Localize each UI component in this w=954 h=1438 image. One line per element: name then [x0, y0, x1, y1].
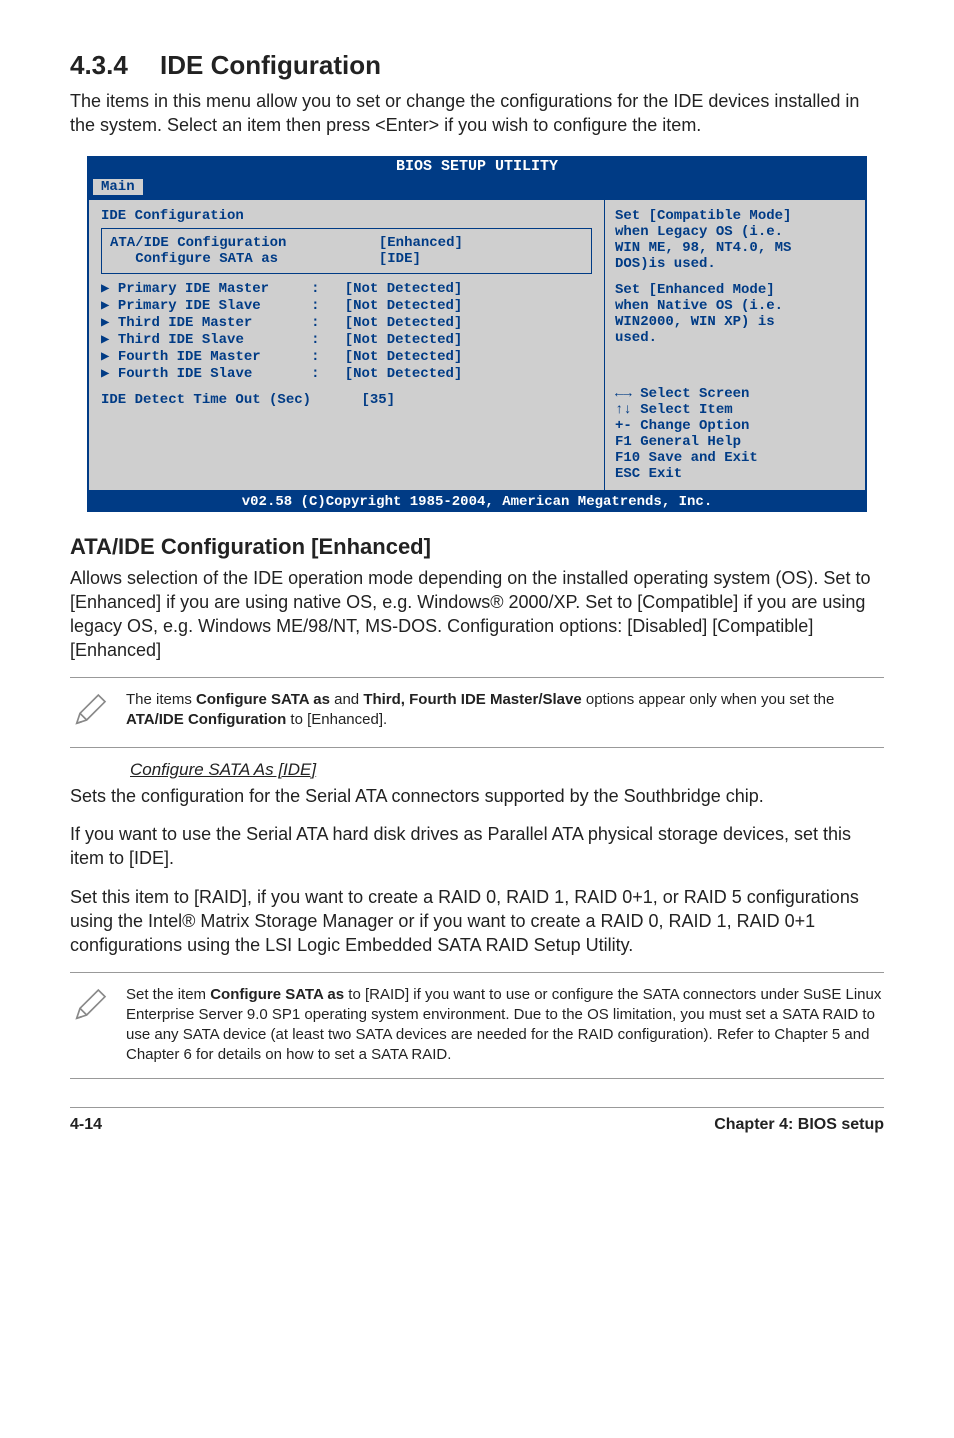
help-line: when Native OS (i.e. — [615, 298, 855, 314]
help-line: DOS)is used. — [615, 256, 855, 272]
section-number: 4.3.4 — [70, 50, 160, 81]
device-row[interactable]: ▶ Primary IDE Master : [Not Detected] — [101, 280, 592, 297]
intro-paragraph: The items in this menu allow you to set … — [70, 89, 884, 138]
device-row[interactable]: ▶ Fourth IDE Slave : [Not Detected] — [101, 365, 592, 382]
help-line: WIN2000, WIN XP) is — [615, 314, 855, 330]
bios-screenshot: BIOS SETUP UTILITY Main IDE Configuratio… — [87, 156, 867, 512]
device-row[interactable]: ▶ Third IDE Slave : [Not Detected] — [101, 331, 592, 348]
bios-settings-box: ATA/IDE Configuration [Enhanced] Configu… — [101, 228, 592, 274]
help-line: WIN ME, 98, NT4.0, MS — [615, 240, 855, 256]
configure-sata-row[interactable]: Configure SATA as [IDE] — [110, 251, 583, 267]
paragraph-ide: If you want to use the Serial ATA hard d… — [70, 822, 884, 871]
paragraph-southbridge: Sets the configuration for the Serial AT… — [70, 784, 884, 808]
section-heading: 4.3.4IDE Configuration — [70, 50, 884, 81]
section-title: IDE Configuration — [160, 50, 381, 80]
configure-sata-heading: Configure SATA As [IDE] — [130, 760, 316, 780]
note-text-2: Set the item Configure SATA as to [RAID]… — [126, 985, 884, 1066]
page-footer: 4-14 Chapter 4: BIOS setup — [70, 1107, 884, 1134]
help-line: used. — [615, 330, 855, 346]
chapter-label: Chapter 4: BIOS setup — [714, 1116, 884, 1134]
nav-line: F1 General Help — [615, 434, 855, 450]
bios-title: BIOS SETUP UTILITY — [87, 156, 867, 177]
paragraph-ata: Allows selection of the IDE operation mo… — [70, 566, 884, 663]
bios-tab-main[interactable]: Main — [93, 179, 143, 195]
help-line: Set [Enhanced Mode] — [615, 282, 855, 298]
page-number: 4-14 — [70, 1116, 102, 1134]
note-box-2: Set the item Configure SATA as to [RAID]… — [70, 979, 884, 1072]
subheading-ata: ATA/IDE Configuration [Enhanced] — [70, 534, 884, 560]
pencil-icon — [70, 690, 110, 735]
paragraph-raid: Set this item to [RAID], if you want to … — [70, 885, 884, 958]
bios-help-pane: Set [Compatible Mode] when Legacy OS (i.… — [605, 200, 865, 490]
ata-ide-config-row[interactable]: ATA/IDE Configuration [Enhanced] — [110, 235, 583, 251]
nav-line: F10 Save and Exit — [615, 450, 855, 466]
bios-section-header: IDE Configuration — [101, 208, 592, 224]
nav-line: ←→ Select Screen — [615, 386, 855, 402]
bios-tabrow: Main — [87, 177, 867, 198]
device-row[interactable]: ▶ Primary IDE Slave : [Not Detected] — [101, 297, 592, 314]
nav-line: ESC Exit — [615, 466, 855, 482]
help-line: Set [Compatible Mode] — [615, 208, 855, 224]
nav-line: ↑↓ Select Item — [615, 402, 855, 418]
device-row[interactable]: ▶ Third IDE Master : [Not Detected] — [101, 314, 592, 331]
help-line: when Legacy OS (i.e. — [615, 224, 855, 240]
note-box-1: The items Configure SATA as and Third, F… — [70, 684, 884, 741]
bios-footer: v02.58 (C)Copyright 1985-2004, American … — [87, 492, 867, 512]
timeout-row[interactable]: IDE Detect Time Out (Sec) [35] — [101, 392, 592, 408]
bios-left-pane: IDE Configuration ATA/IDE Configuration … — [89, 200, 605, 490]
nav-line: +- Change Option — [615, 418, 855, 434]
device-row[interactable]: ▶ Fourth IDE Master : [Not Detected] — [101, 348, 592, 365]
note-text-1: The items Configure SATA as and Third, F… — [126, 690, 884, 731]
pencil-icon — [70, 985, 110, 1030]
